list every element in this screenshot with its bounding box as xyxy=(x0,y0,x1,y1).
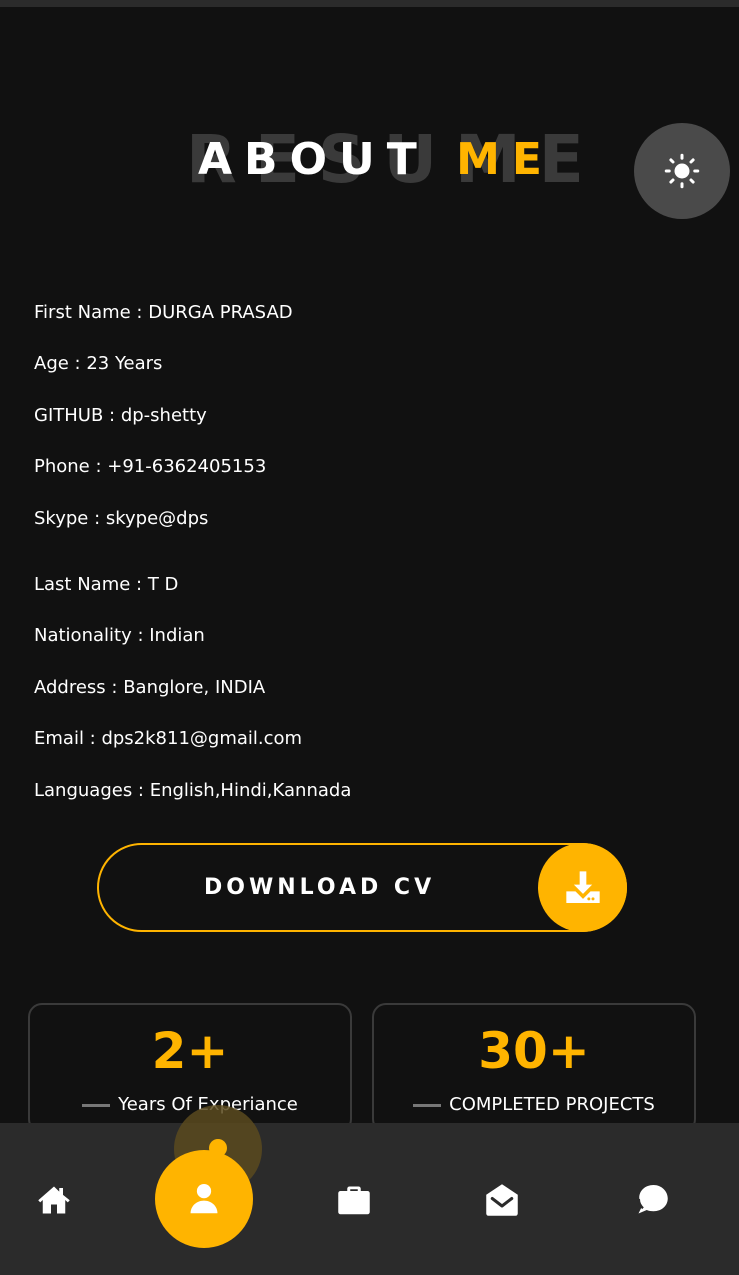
sun-icon xyxy=(664,153,700,189)
info-last-name: Last Name : T D xyxy=(34,574,179,595)
info-github: GITHUB : dp-shetty xyxy=(34,405,207,426)
stat-value: 2+ xyxy=(151,1022,229,1080)
user-icon xyxy=(190,1183,218,1214)
mail-open-icon xyxy=(486,1184,518,1216)
dash-icon xyxy=(82,1103,111,1107)
info-email: Email : dps2k811@gmail.com xyxy=(34,728,303,749)
nav-home[interactable] xyxy=(29,1175,79,1225)
briefcase-icon xyxy=(338,1186,370,1215)
page-title: ABOUT ME xyxy=(198,128,554,192)
chat-icon xyxy=(637,1185,668,1214)
info-nationality: Nationality : Indian xyxy=(34,625,205,646)
download-icon-wrap xyxy=(538,843,627,932)
download-cv-button[interactable]: DOWNLOAD CV xyxy=(97,843,627,932)
status-bar xyxy=(0,0,739,7)
nav-contact[interactable] xyxy=(477,1175,527,1225)
info-first-name: First Name : DURGA PRASAD xyxy=(34,302,293,323)
info-languages: Languages : English,Hindi,Kannada xyxy=(34,780,352,801)
stat-label: COMPLETED PROJECTS xyxy=(449,1094,655,1115)
section-heading: RESUME ABOUT ME xyxy=(0,120,739,200)
theme-toggle-button[interactable] xyxy=(634,123,730,219)
dash-icon xyxy=(413,1103,442,1107)
title-accent: ME xyxy=(456,134,554,185)
nav-about[interactable] xyxy=(155,1150,253,1248)
title-main: ABOUT xyxy=(198,134,429,185)
info-address: Address : Banglore, INDIA xyxy=(34,677,266,698)
info-phone: Phone : +91-6362405153 xyxy=(34,456,267,477)
nav-blog[interactable] xyxy=(627,1175,677,1225)
download-icon xyxy=(565,870,600,903)
info-age: Age : 23 Years xyxy=(34,353,163,374)
download-cv-label: DOWNLOAD CV xyxy=(204,875,436,900)
stat-card-projects: 30+ COMPLETED PROJECTS xyxy=(372,1003,696,1133)
stat-label-row: COMPLETED PROJECTS xyxy=(374,1093,694,1117)
info-skype: Skype : skype@dps xyxy=(34,508,209,529)
home-icon xyxy=(38,1186,70,1214)
nav-portfolio[interactable] xyxy=(329,1175,379,1225)
stat-value: 30+ xyxy=(478,1022,590,1080)
bottom-nav xyxy=(0,1123,739,1275)
